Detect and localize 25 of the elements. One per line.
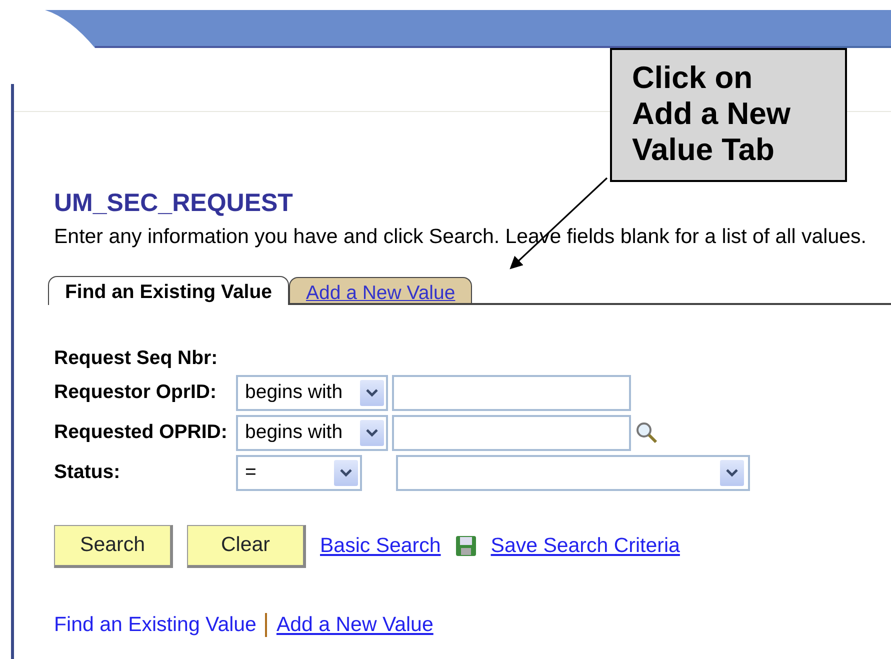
link[interactable]: Basic Search xyxy=(320,530,441,562)
caret-icon xyxy=(366,428,378,437)
operator-dropdown[interactable]: = xyxy=(236,454,362,491)
push-button[interactable]: Clear xyxy=(187,524,306,568)
caret-icon xyxy=(366,388,378,397)
callout-note: Click on Add a New Value Tab xyxy=(610,48,847,182)
field-label: Request Seq Nbr: xyxy=(54,346,219,372)
link[interactable]: Add a New Value xyxy=(276,610,434,640)
page-title: UM_SEC_REQUEST xyxy=(54,188,294,218)
search-icon[interactable] xyxy=(635,420,659,445)
text-field[interactable] xyxy=(392,414,631,451)
status-dropdown[interactable] xyxy=(396,454,750,491)
operator-dropdown[interactable]: begins with xyxy=(236,414,388,451)
operator-dropdown[interactable]: begins with xyxy=(236,374,388,411)
field-label: Requested OPRID: xyxy=(54,420,228,446)
field-label: Status: xyxy=(54,460,122,486)
tab[interactable]: Add a New Value xyxy=(288,276,472,303)
link[interactable]: Save Search Criteria xyxy=(490,530,680,562)
field-label: Requestor OprID: xyxy=(54,380,218,406)
link[interactable]: Find an Existing Value xyxy=(54,610,256,640)
text-field[interactable] xyxy=(392,374,631,411)
caret-icon xyxy=(726,468,738,477)
tab[interactable]: Find an Existing Value xyxy=(48,276,289,305)
caret-icon xyxy=(340,468,352,477)
push-button[interactable]: Search xyxy=(54,524,173,568)
